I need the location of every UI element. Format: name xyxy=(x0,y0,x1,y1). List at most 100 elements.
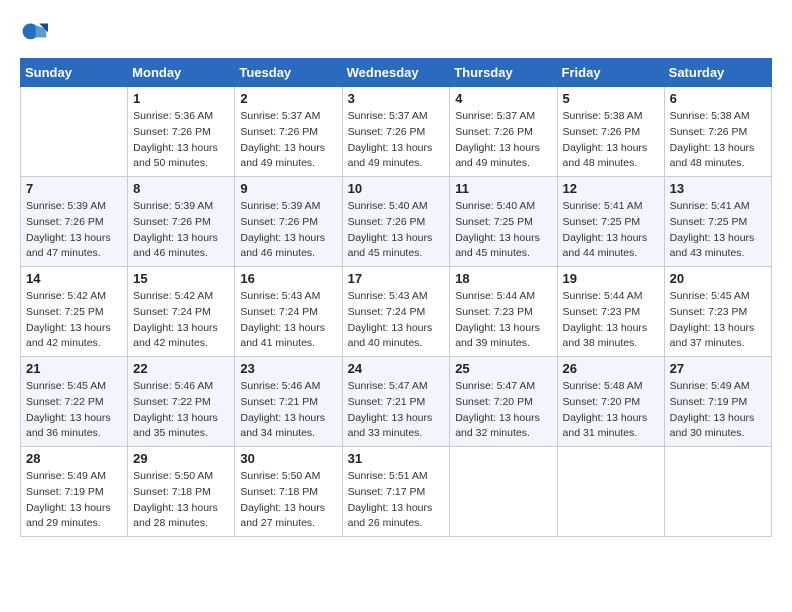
day-info: Sunrise: 5:47 AM Sunset: 7:20 PM Dayligh… xyxy=(455,379,551,442)
day-number: 10 xyxy=(348,181,445,196)
day-number: 12 xyxy=(563,181,659,196)
calendar-week-1: 1 Sunrise: 5:36 AM Sunset: 7:26 PM Daylig… xyxy=(21,87,772,177)
day-number: 5 xyxy=(563,91,659,106)
day-info: Sunrise: 5:39 AM Sunset: 7:26 PM Dayligh… xyxy=(133,199,229,262)
day-info: Sunrise: 5:42 AM Sunset: 7:25 PM Dayligh… xyxy=(26,289,122,352)
day-info: Sunrise: 5:45 AM Sunset: 7:23 PM Dayligh… xyxy=(670,289,766,352)
page-header xyxy=(20,20,772,48)
calendar-cell: 13Sunrise: 5:41 AM Sunset: 7:25 PM Dayli… xyxy=(664,177,771,267)
calendar-week-3: 14 Sunrise: 5:42 AM Sunset: 7:25 PM Dayli… xyxy=(21,267,772,357)
weekday-thursday: Thursday xyxy=(450,59,557,87)
calendar-cell: 6Sunrise: 5:38 AM Sunset: 7:26 PM Daylig… xyxy=(664,87,771,177)
day-number: 19 xyxy=(563,271,659,286)
weekday-saturday: Saturday xyxy=(664,59,771,87)
day-info: Sunrise: 5:50 AM Sunset: 7:18 PM Dayligh… xyxy=(133,469,229,532)
calendar-cell: 3 Sunrise: 5:37 AM Sunset: 7:26 PM Daylig… xyxy=(342,87,450,177)
day-info: Sunrise: 5:43 AM Sunset: 7:24 PM Dayligh… xyxy=(348,289,445,352)
day-info: Sunrise: 5:38 AM Sunset: 7:26 PM Dayligh… xyxy=(670,109,766,172)
day-number: 1 xyxy=(133,91,229,106)
calendar-cell: 2 Sunrise: 5:37 AM Sunset: 7:26 PM Daylig… xyxy=(235,87,342,177)
day-info: Sunrise: 5:48 AM Sunset: 7:20 PM Dayligh… xyxy=(563,379,659,442)
weekday-wednesday: Wednesday xyxy=(342,59,450,87)
day-number: 2 xyxy=(240,91,336,106)
weekday-header-row: SundayMondayTuesdayWednesdayThursdayFrid… xyxy=(21,59,772,87)
day-info: Sunrise: 5:47 AM Sunset: 7:21 PM Dayligh… xyxy=(348,379,445,442)
day-number: 14 xyxy=(26,271,122,286)
calendar-cell: 25 Sunrise: 5:47 AM Sunset: 7:20 PM Dayli… xyxy=(450,357,557,447)
calendar-table: SundayMondayTuesdayWednesdayThursdayFrid… xyxy=(20,58,772,537)
day-info: Sunrise: 5:51 AM Sunset: 7:17 PM Dayligh… xyxy=(348,469,445,532)
calendar-cell: 27Sunrise: 5:49 AM Sunset: 7:19 PM Dayli… xyxy=(664,357,771,447)
day-number: 17 xyxy=(348,271,445,286)
day-number: 11 xyxy=(455,181,551,196)
calendar-cell: 12 Sunrise: 5:41 AM Sunset: 7:25 PM Dayli… xyxy=(557,177,664,267)
day-info: Sunrise: 5:50 AM Sunset: 7:18 PM Dayligh… xyxy=(240,469,336,532)
calendar-cell: 24Sunrise: 5:47 AM Sunset: 7:21 PM Dayli… xyxy=(342,357,450,447)
calendar-cell: 31Sunrise: 5:51 AM Sunset: 7:17 PM Dayli… xyxy=(342,447,450,537)
day-info: Sunrise: 5:38 AM Sunset: 7:26 PM Dayligh… xyxy=(563,109,659,172)
day-info: Sunrise: 5:37 AM Sunset: 7:26 PM Dayligh… xyxy=(348,109,445,172)
calendar-cell: 17 Sunrise: 5:43 AM Sunset: 7:24 PM Dayli… xyxy=(342,267,450,357)
day-info: Sunrise: 5:44 AM Sunset: 7:23 PM Dayligh… xyxy=(563,289,659,352)
calendar-week-4: 21 Sunrise: 5:45 AM Sunset: 7:22 PM Dayli… xyxy=(21,357,772,447)
day-number: 7 xyxy=(26,181,122,196)
day-number: 26 xyxy=(563,361,659,376)
calendar-cell: 16Sunrise: 5:43 AM Sunset: 7:24 PM Dayli… xyxy=(235,267,342,357)
day-number: 25 xyxy=(455,361,551,376)
weekday-monday: Monday xyxy=(128,59,235,87)
calendar-cell: 30 Sunrise: 5:50 AM Sunset: 7:18 PM Dayli… xyxy=(235,447,342,537)
calendar-cell: 23Sunrise: 5:46 AM Sunset: 7:21 PM Dayli… xyxy=(235,357,342,447)
day-info: Sunrise: 5:40 AM Sunset: 7:25 PM Dayligh… xyxy=(455,199,551,262)
day-number: 21 xyxy=(26,361,122,376)
day-number: 9 xyxy=(240,181,336,196)
day-number: 13 xyxy=(670,181,766,196)
calendar-cell: 8 Sunrise: 5:39 AM Sunset: 7:26 PM Daylig… xyxy=(128,177,235,267)
day-info: Sunrise: 5:40 AM Sunset: 7:26 PM Dayligh… xyxy=(348,199,445,262)
day-info: Sunrise: 5:39 AM Sunset: 7:26 PM Dayligh… xyxy=(240,199,336,262)
day-info: Sunrise: 5:46 AM Sunset: 7:21 PM Dayligh… xyxy=(240,379,336,442)
calendar-cell: 20 Sunrise: 5:45 AM Sunset: 7:23 PM Dayli… xyxy=(664,267,771,357)
calendar-cell: 4Sunrise: 5:37 AM Sunset: 7:26 PM Daylig… xyxy=(450,87,557,177)
day-info: Sunrise: 5:37 AM Sunset: 7:26 PM Dayligh… xyxy=(240,109,336,172)
calendar-cell: 19 Sunrise: 5:44 AM Sunset: 7:23 PM Dayli… xyxy=(557,267,664,357)
weekday-friday: Friday xyxy=(557,59,664,87)
calendar-week-2: 7 Sunrise: 5:39 AM Sunset: 7:26 PM Daylig… xyxy=(21,177,772,267)
logo xyxy=(20,20,52,48)
calendar-cell: 21 Sunrise: 5:45 AM Sunset: 7:22 PM Dayli… xyxy=(21,357,128,447)
logo-icon xyxy=(20,20,48,48)
calendar-cell: 14 Sunrise: 5:42 AM Sunset: 7:25 PM Dayli… xyxy=(21,267,128,357)
day-info: Sunrise: 5:36 AM Sunset: 7:26 PM Dayligh… xyxy=(133,109,229,172)
calendar-cell xyxy=(664,447,771,537)
calendar-cell: 5 Sunrise: 5:38 AM Sunset: 7:26 PM Daylig… xyxy=(557,87,664,177)
calendar-week-5: 28 Sunrise: 5:49 AM Sunset: 7:19 PM Dayli… xyxy=(21,447,772,537)
calendar-cell: 18Sunrise: 5:44 AM Sunset: 7:23 PM Dayli… xyxy=(450,267,557,357)
day-info: Sunrise: 5:45 AM Sunset: 7:22 PM Dayligh… xyxy=(26,379,122,442)
day-number: 22 xyxy=(133,361,229,376)
calendar-body: 1 Sunrise: 5:36 AM Sunset: 7:26 PM Daylig… xyxy=(21,87,772,537)
calendar-cell xyxy=(21,87,128,177)
calendar-cell: 9 Sunrise: 5:39 AM Sunset: 7:26 PM Daylig… xyxy=(235,177,342,267)
calendar-cell: 7 Sunrise: 5:39 AM Sunset: 7:26 PM Daylig… xyxy=(21,177,128,267)
day-number: 28 xyxy=(26,451,122,466)
day-number: 20 xyxy=(670,271,766,286)
calendar-cell xyxy=(557,447,664,537)
calendar-cell: 11 Sunrise: 5:40 AM Sunset: 7:25 PM Dayli… xyxy=(450,177,557,267)
calendar-cell: 26 Sunrise: 5:48 AM Sunset: 7:20 PM Dayli… xyxy=(557,357,664,447)
calendar-cell: 22 Sunrise: 5:46 AM Sunset: 7:22 PM Dayli… xyxy=(128,357,235,447)
day-info: Sunrise: 5:41 AM Sunset: 7:25 PM Dayligh… xyxy=(563,199,659,262)
day-info: Sunrise: 5:46 AM Sunset: 7:22 PM Dayligh… xyxy=(133,379,229,442)
weekday-sunday: Sunday xyxy=(21,59,128,87)
calendar-cell: 29 Sunrise: 5:50 AM Sunset: 7:18 PM Dayli… xyxy=(128,447,235,537)
day-info: Sunrise: 5:43 AM Sunset: 7:24 PM Dayligh… xyxy=(240,289,336,352)
day-number: 8 xyxy=(133,181,229,196)
day-number: 3 xyxy=(348,91,445,106)
calendar-cell xyxy=(450,447,557,537)
calendar-cell: 15Sunrise: 5:42 AM Sunset: 7:24 PM Dayli… xyxy=(128,267,235,357)
day-number: 29 xyxy=(133,451,229,466)
day-info: Sunrise: 5:39 AM Sunset: 7:26 PM Dayligh… xyxy=(26,199,122,262)
calendar-cell: 10 Sunrise: 5:40 AM Sunset: 7:26 PM Dayli… xyxy=(342,177,450,267)
day-info: Sunrise: 5:49 AM Sunset: 7:19 PM Dayligh… xyxy=(26,469,122,532)
day-number: 30 xyxy=(240,451,336,466)
day-info: Sunrise: 5:49 AM Sunset: 7:19 PM Dayligh… xyxy=(670,379,766,442)
calendar-cell: 28 Sunrise: 5:49 AM Sunset: 7:19 PM Dayli… xyxy=(21,447,128,537)
